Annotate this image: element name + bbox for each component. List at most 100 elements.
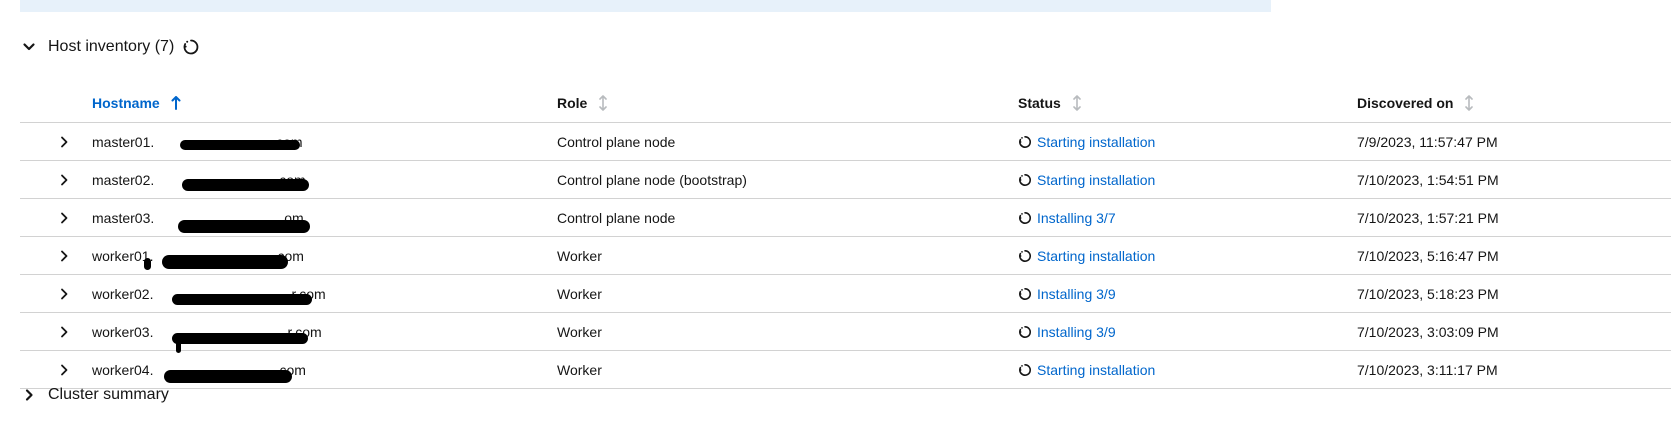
hostname-text: worker02.r.com [92,285,326,305]
hostname-text: master03. om [92,210,310,233]
chevron-right-icon [59,174,69,186]
table-row: worker03. r.com Worker Installing 3/9 7/10/2… [20,313,1671,353]
row-expand-toggle[interactable] [56,313,72,350]
redaction-mark [180,139,300,150]
discovered-on-cell: 7/9/2023, 11:57:47 PM [1357,133,1498,150]
redaction-mark [144,257,151,270]
status-cell: Starting installation [1018,351,1155,388]
hostname-text: worker03. r.com [92,323,322,353]
column-header-label: Hostname [92,95,160,111]
discovered-on-cell: 7/10/2023, 1:57:21 PM [1357,209,1499,226]
host-inventory-title: Host inventory (7) [48,38,175,55]
row-expand-toggle[interactable] [56,123,72,160]
status-link[interactable]: Starting installation [1037,134,1155,150]
chevron-right-icon [59,250,69,262]
discovered-on-cell: 7/10/2023, 3:03:09 PM [1357,323,1499,340]
hostname-cell: master01..com [92,123,303,160]
hostname-cell: worker02.r.com [92,275,326,312]
hostname-cell: master03. om [92,199,310,236]
spinner-icon [1018,211,1032,225]
role-cell: Control plane node [557,133,676,150]
arrow-up-icon [171,96,181,110]
hostname-prefix: worker02. [92,285,154,302]
redaction-mark [172,332,308,344]
spinner-icon [1018,325,1032,339]
chevron-right-icon [59,364,69,376]
row-expand-toggle[interactable] [56,275,72,312]
discovered-on-cell: 7/10/2023, 5:18:23 PM [1357,285,1499,302]
hostname-prefix: master01. [92,133,155,150]
status-link[interactable]: Installing 3/9 [1037,324,1116,340]
spinner-icon [1018,173,1032,187]
spinner-icon [1018,135,1032,149]
column-header-label: Role [557,95,588,111]
hostname-prefix: worker04. [92,361,154,378]
spinner-icon [1018,363,1032,377]
discovered-on-cell: 7/10/2023, 5:16:47 PM [1357,247,1499,264]
spinner-icon [1018,287,1032,301]
chevron-right-icon [59,288,69,300]
status-link[interactable]: Installing 3/7 [1037,210,1116,226]
host-inventory-toggle[interactable]: Host inventory (7) [20,34,200,60]
column-header-role[interactable]: Role [557,84,608,122]
sort-icon [598,95,608,111]
table-header: Hostname Role Status Discovered on [20,84,1671,123]
status-cell: Installing 3/7 [1018,199,1116,236]
role-cell: Worker [557,285,602,302]
row-expand-toggle[interactable] [56,199,72,236]
status-link[interactable]: Starting installation [1037,172,1155,188]
hostname-cell: worker01. com [92,237,304,274]
hostname-prefix: master02. [92,171,155,188]
hostname-text: worker04. com [92,361,306,383]
table-row: worker02.r.com Worker Installing 3/9 7/10/2… [20,275,1671,313]
chevron-right-icon [20,386,38,404]
role-cell: Worker [557,361,602,378]
status-link[interactable]: Starting installation [1037,362,1155,378]
hostname-prefix: worker03. [92,323,154,340]
status-cell: Starting installation [1018,161,1155,198]
table-row: master02.com Control plane node (bootstra… [20,161,1671,199]
redaction-mark [182,178,309,191]
column-header-discovered-on[interactable]: Discovered on [1357,84,1474,122]
column-header-status[interactable]: Status [1018,84,1082,122]
cluster-summary-toggle[interactable]: Cluster summary [20,382,169,408]
hostname-text: master01..com [92,134,303,150]
status-cell: Starting installation [1018,237,1155,274]
redaction-mark [162,254,288,269]
status-link[interactable]: Starting installation [1037,248,1155,264]
row-expand-toggle[interactable] [56,237,72,274]
info-banner [20,0,1271,12]
chevron-down-icon [20,38,38,56]
cluster-summary-title: Cluster summary [48,386,169,403]
sort-icon [1464,95,1474,111]
chevron-right-icon [59,136,69,148]
status-cell: Installing 3/9 [1018,313,1116,350]
row-expand-toggle[interactable] [56,161,72,198]
role-cell: Control plane node [557,209,676,226]
hostname-text: worker01. com [92,248,304,270]
table-row: master01..com Control plane node Starting … [20,123,1671,161]
chevron-right-icon [59,326,69,338]
role-cell: Control plane node (bootstrap) [557,171,747,188]
redaction-mark [172,293,312,305]
redaction-mark [178,219,310,233]
hostname-cell: master02.com [92,161,309,198]
role-cell: Worker [557,323,602,340]
spinner-icon [1018,249,1032,263]
redaction-mark [164,369,292,383]
host-inventory-table: Hostname Role Status Discovered on maste… [20,84,1671,389]
chevron-right-icon [59,212,69,224]
status-cell: Starting installation [1018,123,1155,160]
column-header-label: Status [1018,95,1061,111]
role-cell: Worker [557,247,602,264]
discovered-on-cell: 7/10/2023, 3:11:17 PM [1357,361,1498,378]
spinner-icon [182,38,200,56]
column-header-hostname[interactable]: Hostname [92,84,181,122]
table-row: master03. om Control plane node Installing … [20,199,1671,237]
table-row: worker04. com Worker Starting installation 7… [20,351,1671,389]
status-link[interactable]: Installing 3/9 [1037,286,1116,302]
table-row: worker01. com Worker Starting installation 7… [20,237,1671,275]
hostname-text: master02.com [92,171,309,191]
column-header-label: Discovered on [1357,95,1454,111]
discovered-on-cell: 7/10/2023, 1:54:51 PM [1357,171,1499,188]
